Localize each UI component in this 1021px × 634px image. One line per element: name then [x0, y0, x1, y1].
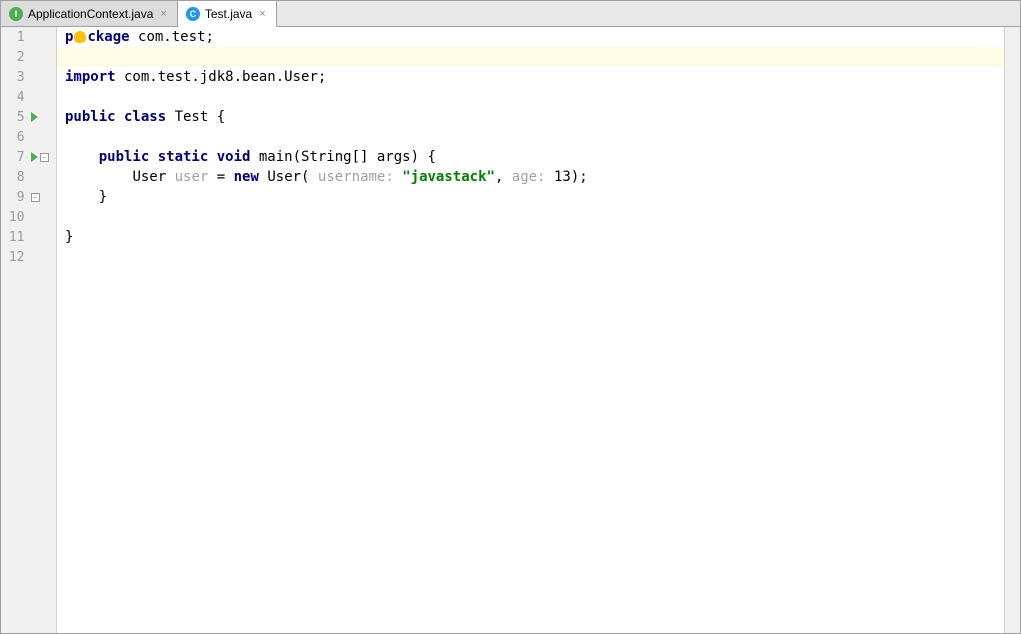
gutter-row[interactable]: 8: [1, 167, 56, 187]
run-icon[interactable]: [31, 152, 38, 162]
line-number: 10: [1, 210, 29, 225]
run-icon[interactable]: [31, 112, 38, 122]
tab-label: ApplicationContext.java: [28, 7, 153, 21]
code-line-8[interactable]: User user = new User( username: "javasta…: [65, 167, 1012, 187]
gutter-row[interactable]: 1: [1, 27, 56, 47]
tab-test[interactable]: C Test.java ×: [178, 1, 277, 27]
line-number: 1: [1, 30, 29, 45]
code-line-1[interactable]: pckage com.test;: [65, 27, 1012, 47]
line-number: 12: [1, 250, 29, 265]
editor-area: 1234567−89−101112 pckage com.test; impor…: [1, 27, 1020, 633]
fold-open-icon[interactable]: −: [40, 153, 49, 162]
line-number: 4: [1, 90, 29, 105]
line-number: 5: [1, 110, 29, 125]
gutter-row[interactable]: 5: [1, 107, 56, 127]
fold-close-icon[interactable]: −: [31, 193, 40, 202]
code-line-5[interactable]: public class Test {: [65, 107, 1012, 127]
gutter-row[interactable]: 7−: [1, 147, 56, 167]
gutter-row[interactable]: 10: [1, 207, 56, 227]
code-line-2[interactable]: [57, 47, 1020, 67]
tab-label: Test.java: [205, 7, 252, 21]
gutter: 1234567−89−101112: [1, 27, 57, 633]
gutter-row[interactable]: 4: [1, 87, 56, 107]
gutter-row[interactable]: 2: [1, 47, 56, 67]
gutter-row[interactable]: 6: [1, 127, 56, 147]
line-number: 2: [1, 50, 29, 65]
code-area[interactable]: pckage com.test; import com.test.jdk8.be…: [57, 27, 1020, 633]
gutter-icons: −: [29, 152, 56, 162]
gutter-icons: −: [29, 193, 56, 202]
line-number: 9: [1, 190, 29, 205]
line-number: 11: [1, 230, 29, 245]
interface-icon: I: [9, 7, 23, 21]
gutter-row[interactable]: 9−: [1, 187, 56, 207]
code-line-7[interactable]: public static void main(String[] args) {: [65, 147, 1012, 167]
gutter-icons: [29, 112, 56, 122]
vertical-scrollbar[interactable]: [1004, 27, 1020, 633]
gutter-row[interactable]: 11: [1, 227, 56, 247]
line-number: 3: [1, 70, 29, 85]
line-number: 8: [1, 170, 29, 185]
code-line-9[interactable]: }: [65, 187, 1012, 207]
intention-bulb-icon[interactable]: [74, 31, 86, 43]
class-icon: C: [186, 7, 200, 21]
tab-application-context[interactable]: I ApplicationContext.java ×: [1, 1, 178, 26]
gutter-row[interactable]: 12: [1, 247, 56, 267]
code-line-6[interactable]: [65, 127, 1012, 147]
code-line-10[interactable]: [65, 207, 1012, 227]
line-number: 7: [1, 150, 29, 165]
code-content[interactable]: pckage com.test; import com.test.jdk8.be…: [57, 27, 1020, 267]
code-line-12[interactable]: [65, 247, 1012, 267]
code-line-3[interactable]: import com.test.jdk8.bean.User;: [65, 67, 1012, 87]
close-icon[interactable]: ×: [158, 8, 168, 20]
code-line-4[interactable]: [65, 87, 1012, 107]
gutter-row[interactable]: 3: [1, 67, 56, 87]
line-number: 6: [1, 130, 29, 145]
close-icon[interactable]: ×: [257, 8, 267, 20]
code-line-11[interactable]: }: [65, 227, 1012, 247]
editor-tabs: I ApplicationContext.java × C Test.java …: [1, 1, 1020, 27]
